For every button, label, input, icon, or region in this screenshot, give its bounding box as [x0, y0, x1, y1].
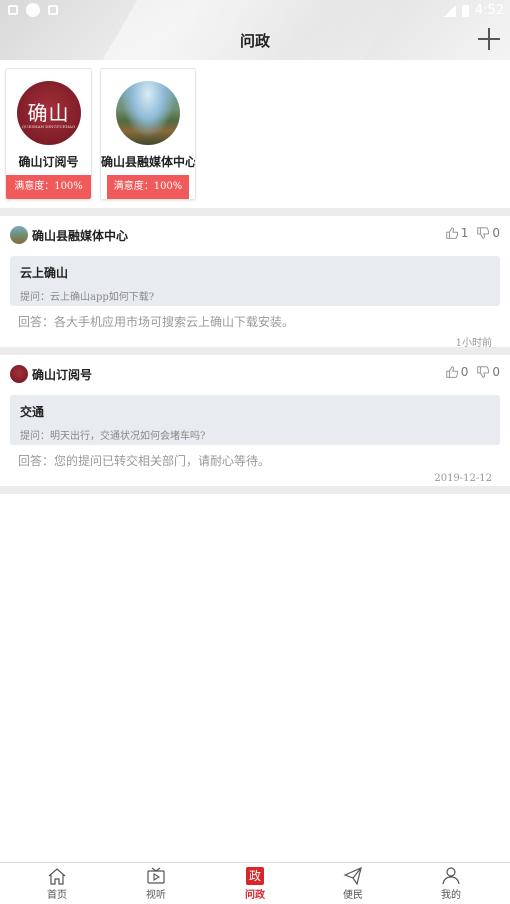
- nav-label: 首页: [47, 890, 67, 901]
- divider: [0, 208, 510, 216]
- vote-bar: 0 0: [445, 365, 500, 379]
- divider: [0, 347, 510, 355]
- card-header: 确山订阅号: [10, 365, 92, 383]
- like-count: 1: [460, 226, 469, 240]
- avatar-logo-subtext: QUESHAN DINGYUEHAO: [21, 124, 76, 129]
- status-indicators: 4:52: [443, 3, 504, 18]
- add-question-button[interactable]: [478, 28, 500, 50]
- status-notifications: [8, 3, 58, 17]
- account-avatar: 确山 QUESHAN DINGYUEHAO: [16, 81, 81, 145]
- department-name: 确山订阅号: [32, 367, 93, 382]
- nav-label: 我的: [441, 890, 461, 901]
- app-notification-icon: [26, 3, 40, 17]
- vote-bar: 1 0: [445, 226, 500, 240]
- status-time: 4:52: [474, 3, 504, 18]
- header: 问政: [0, 22, 510, 60]
- account-card[interactable]: 确山 QUESHAN DINGYUEHAO 确山订阅号 满意度：100%: [5, 68, 92, 200]
- notification-icon: [8, 5, 18, 15]
- department-avatar: [10, 226, 28, 244]
- account-avatar: [116, 81, 180, 145]
- nav-gov[interactable]: 政 问政: [225, 867, 285, 901]
- satisfaction-badge: 满意度：100%: [6, 175, 91, 199]
- nav-label: 便民: [343, 890, 363, 901]
- nav-profile[interactable]: 我的: [421, 867, 481, 901]
- signal-icon: [443, 4, 456, 17]
- account-list: 确山 QUESHAN DINGYUEHAO 确山订阅号 满意度：100% 确山县…: [0, 60, 510, 208]
- tv-icon: [147, 867, 165, 884]
- question-title: 云上确山: [20, 266, 69, 280]
- like-button[interactable]: 1: [445, 226, 469, 240]
- status-bar: 4:52: [0, 0, 510, 22]
- message-icon: [48, 5, 58, 15]
- thumbs-down-icon: [477, 227, 490, 239]
- question-card[interactable]: 确山订阅号 0 0 交通 提问：明天出行，交通状况如何会堵车吗? 回答：您的提问…: [0, 355, 510, 486]
- dislike-button[interactable]: 0: [476, 226, 500, 240]
- thumbs-up-icon: [446, 227, 458, 239]
- satisfaction-badge: 满意度：100%: [107, 175, 189, 199]
- battery-icon: [461, 4, 469, 17]
- like-button[interactable]: 0: [445, 365, 469, 379]
- dislike-count: 0: [492, 226, 500, 240]
- account-name: 确山县融媒体中心: [101, 155, 196, 169]
- nav-service[interactable]: 便民: [323, 867, 383, 901]
- thumbs-up-icon: [446, 366, 458, 378]
- user-icon: [442, 867, 460, 885]
- department-name: 确山县融媒体中心: [32, 228, 129, 243]
- card-header: 确山县融媒体中心: [10, 226, 128, 244]
- thumbs-down-icon: [477, 366, 490, 378]
- question-card[interactable]: 确山县融媒体中心 1 0 云上确山 提问：云上确山app如何下载? 回答：各大手…: [0, 216, 510, 349]
- dislike-count: 0: [492, 365, 500, 379]
- dislike-button[interactable]: 0: [476, 365, 500, 379]
- question-text: 提问：明天出行，交通状况如何会堵车吗?: [20, 431, 206, 442]
- bottom-nav: 首页 视听 政 问政 便民 我的: [0, 862, 510, 904]
- nav-home[interactable]: 首页: [27, 867, 87, 901]
- question-box: 交通 提问：明天出行，交通状况如何会堵车吗?: [10, 395, 500, 445]
- like-count: 0: [460, 365, 469, 379]
- gov-icon: 政: [246, 867, 264, 885]
- avatar-logo-text: 确山: [27, 100, 70, 125]
- paper-plane-icon: [343, 867, 362, 885]
- nav-label: 问政: [245, 890, 265, 901]
- question-box: 云上确山 提问：云上确山app如何下载?: [10, 256, 500, 306]
- divider: [0, 486, 510, 494]
- answer-text: 回答：您的提问已转交相关部门，请耐心等待。: [18, 454, 271, 468]
- question-text: 提问：云上确山app如何下载?: [20, 292, 155, 303]
- account-card[interactable]: 确山县融媒体中心 满意度：100%: [100, 68, 196, 200]
- home-icon: [48, 868, 66, 885]
- account-name: 确山订阅号: [18, 155, 79, 169]
- page-title: 问政: [239, 32, 270, 50]
- question-time: 2019-12-12: [434, 473, 492, 484]
- nav-label: 视听: [146, 890, 166, 901]
- department-avatar: [10, 365, 28, 383]
- question-title: 交通: [20, 405, 45, 419]
- nav-video[interactable]: 视听: [126, 867, 186, 901]
- top-bar: 4:52 问政: [0, 0, 510, 60]
- answer-text: 回答：各大手机应用市场可搜索云上确山下载安装。: [18, 315, 295, 329]
